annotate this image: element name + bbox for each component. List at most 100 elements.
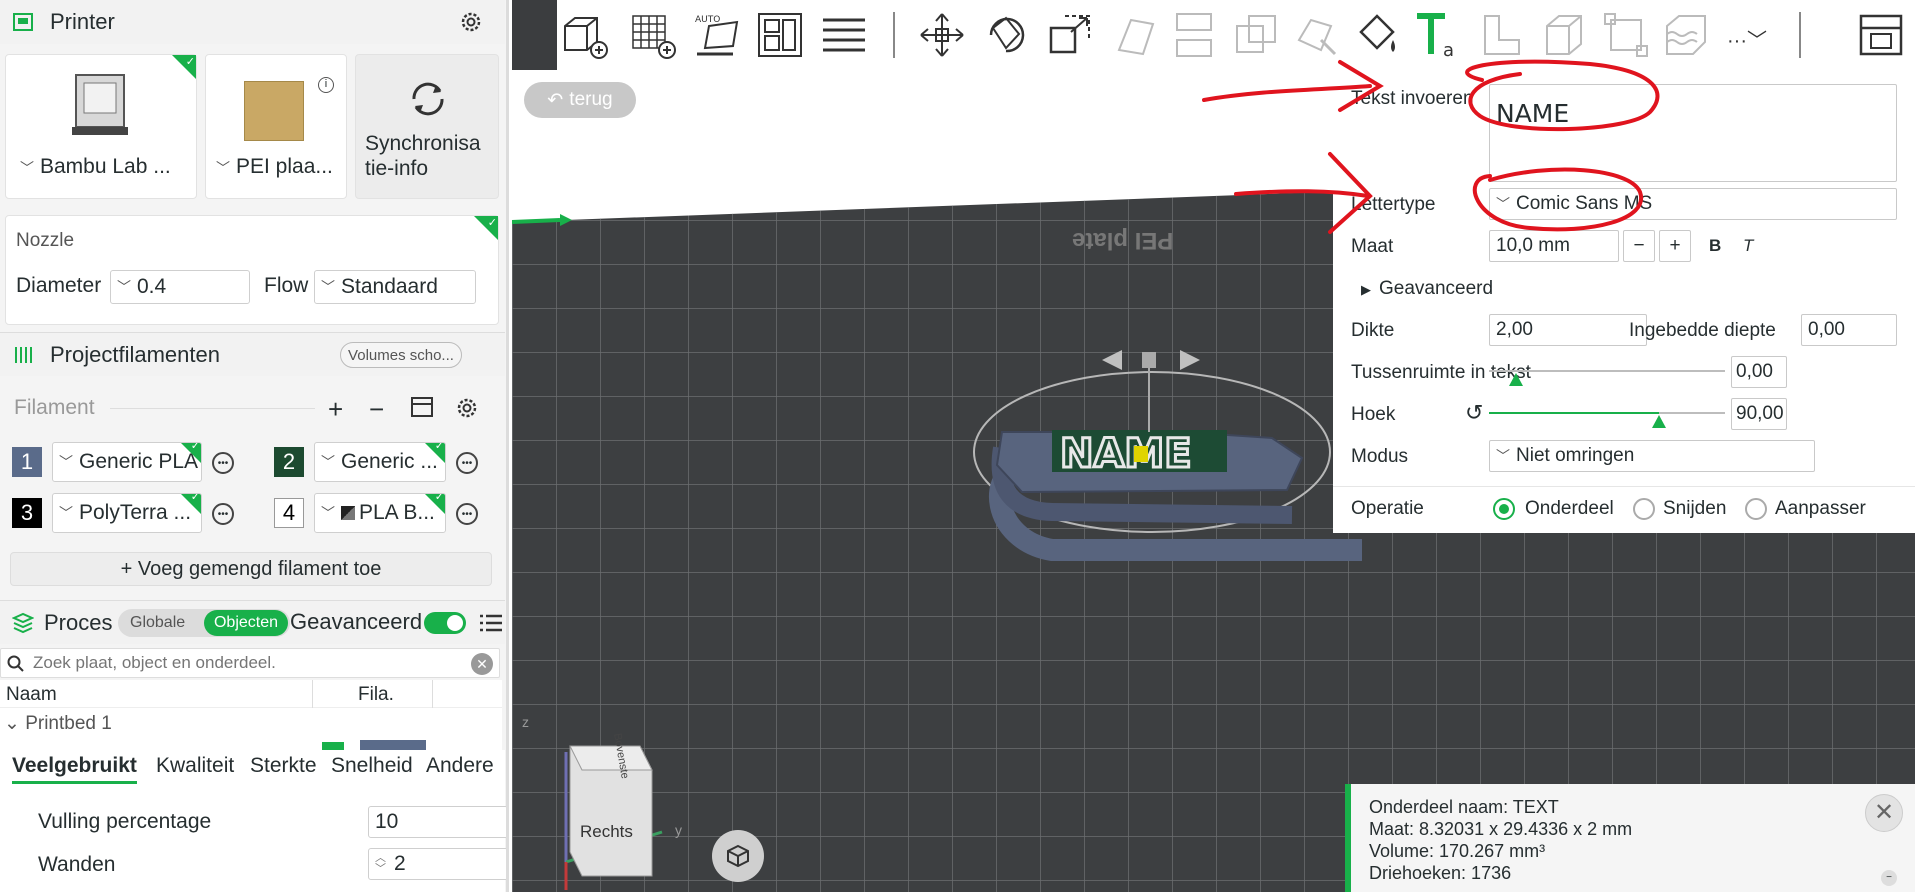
text-input-field[interactable]: NAME: [1489, 84, 1897, 182]
tab-sterkte[interactable]: Sterkte: [250, 754, 317, 778]
process-section-title: Proces: [44, 609, 113, 635]
font-label: Lettertype: [1351, 194, 1436, 215]
filament-select-3[interactable]: ﹀ PolyTerra ...: [52, 493, 202, 533]
search-field[interactable]: ✕: [0, 648, 500, 678]
color-paint-icon[interactable]: [1353, 10, 1403, 60]
more-tools-icon[interactable]: ···﹀: [1727, 24, 1767, 53]
layers-list-icon[interactable]: [819, 10, 869, 60]
view-reset-button[interactable]: [712, 830, 764, 882]
thickness-input[interactable]: 2,00: [1489, 314, 1647, 346]
font-select[interactable]: ﹀ Comic Sans MS: [1489, 188, 1897, 220]
auto-orient-icon[interactable]: AUTO: [693, 10, 743, 60]
filament-slot-4[interactable]: 4: [274, 498, 304, 528]
chevron-down-icon: ﹀: [117, 279, 131, 295]
filament-color-chip: [322, 742, 344, 750]
more-options-icon[interactable]: •••: [456, 503, 478, 525]
list-icon[interactable]: [480, 613, 502, 633]
filament-slot-3[interactable]: 3: [12, 498, 42, 528]
measure-icon[interactable]: [1601, 10, 1651, 60]
selected-check-icon: [181, 494, 201, 514]
mode-select[interactable]: ﹀ Niet omringen: [1489, 440, 1815, 472]
tab-snelheid[interactable]: Snelheid: [331, 754, 413, 778]
close-icon[interactable]: ✕: [1865, 794, 1903, 832]
search-input[interactable]: [33, 651, 453, 675]
more-options-icon[interactable]: •••: [212, 503, 234, 525]
flow-select[interactable]: ﹀ Standaard: [314, 270, 476, 304]
assembly-view-icon[interactable]: [1855, 10, 1905, 60]
scale-icon[interactable]: [1045, 10, 1095, 60]
bold-button[interactable]: B: [1709, 236, 1721, 256]
reset-angle-icon[interactable]: ↺: [1465, 400, 1483, 426]
spacing-slider-thumb[interactable]: [1509, 373, 1523, 386]
lay-on-face-icon[interactable]: [1109, 10, 1159, 60]
sync-button[interactable]: Synchronisa tie-info: [355, 54, 499, 199]
filament-select-4[interactable]: ﹀ PLA B...: [314, 493, 446, 533]
collapse-icon[interactable]: −: [1881, 870, 1897, 886]
svg-emboss-icon[interactable]: [1477, 10, 1527, 60]
move-icon[interactable]: [917, 10, 967, 60]
printer-name: Bambu Lab ...: [40, 155, 171, 178]
filament-label: Filament: [14, 396, 95, 419]
add-mixed-filament-button[interactable]: + Voeg gemengd filament toe: [10, 552, 492, 586]
size-input[interactable]: 10,0 mm: [1489, 230, 1619, 262]
more-options-icon[interactable]: •••: [456, 452, 478, 474]
keychain-object[interactable]: NAME: [942, 340, 1362, 580]
advanced-expander[interactable]: ▶ Geavanceerd: [1361, 278, 1493, 300]
nozzle-title: Nozzle: [16, 230, 75, 251]
plate-label: PEI plate: [1072, 227, 1174, 254]
cut-icon[interactable]: [1169, 10, 1219, 60]
tab-kwaliteit[interactable]: Kwaliteit: [156, 754, 234, 778]
spacing-input[interactable]: 0,00: [1731, 356, 1787, 388]
tab-andere[interactable]: Andere: [426, 754, 494, 778]
filament-slot-2[interactable]: 2: [274, 447, 304, 477]
divider: [1799, 12, 1801, 58]
spacing-slider[interactable]: [1489, 370, 1725, 372]
global-objects-toggle[interactable]: Globale Objecten: [118, 609, 290, 637]
arrange-icon[interactable]: [755, 10, 805, 60]
walls-value: 2: [394, 852, 406, 875]
op-modify-radio[interactable]: [1745, 498, 1767, 520]
printer-card[interactable]: ﹀ Bambu Lab ...: [5, 54, 197, 199]
add-plate-icon[interactable]: [627, 10, 677, 60]
infill-input[interactable]: 10: [368, 806, 506, 838]
more-options-icon[interactable]: •••: [212, 452, 234, 474]
text-tool-icon[interactable]: a: [1413, 10, 1463, 60]
size-decrease-button[interactable]: −: [1623, 230, 1655, 262]
support-paint-icon[interactable]: [1291, 10, 1341, 60]
back-button[interactable]: ↶ terug: [524, 82, 636, 118]
filament-select-1[interactable]: ﹀ Generic PLA: [52, 442, 202, 482]
remove-filament-button[interactable]: −: [369, 394, 384, 425]
italic-button[interactable]: T: [1743, 236, 1753, 256]
filament-grouping-icon[interactable]: [410, 396, 436, 420]
info-icon[interactable]: i: [318, 77, 334, 93]
toggle-objects[interactable]: Objecten: [204, 610, 288, 636]
gear-icon[interactable]: [459, 10, 483, 34]
rotate-icon[interactable]: [981, 10, 1031, 60]
diameter-select[interactable]: ﹀ 0.4: [110, 270, 250, 304]
plate-card[interactable]: i ﹀ PEI plaa...: [205, 54, 347, 199]
angle-slider[interactable]: [1489, 412, 1725, 414]
seam-paint-icon[interactable]: [1539, 10, 1589, 60]
stepper-arrows-icon[interactable]: ︿ ﹀: [375, 853, 386, 875]
advanced-switch[interactable]: [424, 612, 466, 634]
angle-slider-thumb[interactable]: [1652, 415, 1666, 428]
walls-stepper[interactable]: ︿ ﹀ 2: [368, 848, 506, 880]
op-part-radio[interactable]: [1493, 498, 1515, 520]
filament-select-2[interactable]: ﹀ Generic ...: [314, 442, 446, 482]
tree-item-plate[interactable]: ⌄ Printbed 1: [4, 712, 112, 735]
fuzzy-skin-icon[interactable]: [1661, 10, 1711, 60]
boolean-icon[interactable]: [1231, 10, 1281, 60]
tab-veelgebruikt[interactable]: Veelgebruikt: [12, 754, 137, 784]
angle-input[interactable]: 90,00: [1731, 398, 1787, 430]
selected-check-icon: [425, 494, 445, 514]
gear-icon[interactable]: [455, 396, 479, 420]
embed-depth-input[interactable]: 0,00: [1801, 314, 1897, 346]
clear-search-icon[interactable]: ✕: [471, 653, 493, 675]
toggle-global[interactable]: Globale: [130, 614, 185, 632]
size-increase-button[interactable]: +: [1659, 230, 1691, 262]
add-filament-button[interactable]: +: [328, 394, 343, 425]
filament-slot-1[interactable]: 1: [12, 447, 42, 477]
volumes-button[interactable]: Volumes scho...: [340, 342, 462, 368]
add-cube-icon[interactable]: [559, 10, 609, 60]
op-cut-radio[interactable]: [1633, 498, 1655, 520]
